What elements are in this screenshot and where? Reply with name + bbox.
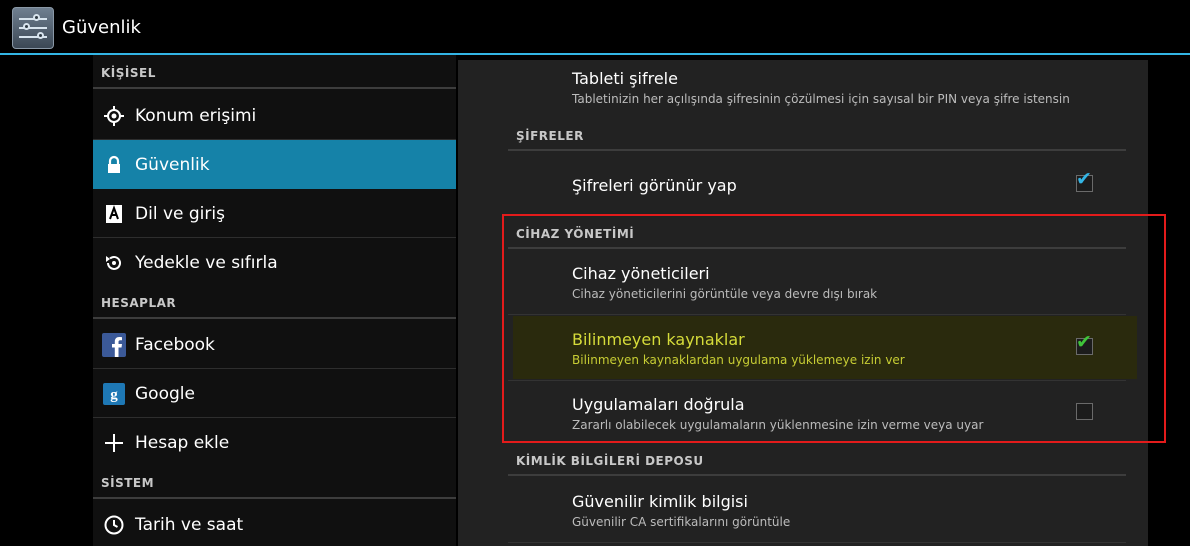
section-header-system: SİSTEM [93, 465, 456, 499]
section-header-personal: KİŞİSEL [93, 55, 456, 89]
encrypt-tablet-subtitle: Tabletinizin her açılışında şifresinin ç… [572, 92, 1070, 106]
sidebar-item-date-time[interactable]: Tarih ve saat [93, 500, 456, 546]
show-passwords-item[interactable]: Şifreleri görünür yap [572, 176, 737, 195]
sidebar-item-label: Hesap ekle [135, 432, 230, 453]
annotation-highlight-frame [502, 214, 1166, 443]
action-bar: Güvenlik [0, 0, 1190, 55]
svg-text:g: g [110, 387, 118, 403]
sidebar-item-backup[interactable]: Yedekle ve sıfırla [93, 238, 456, 287]
section-divider [508, 474, 1126, 476]
facebook-icon [101, 332, 127, 358]
show-passwords-checkbox[interactable]: ✔ [1076, 170, 1093, 192]
sidebar-item-add-account[interactable]: Hesap ekle [93, 418, 456, 467]
settings-sidebar: KİŞİSEL Konum erişimi Güvenlik Dil ve gi… [93, 55, 456, 546]
sidebar-item-facebook[interactable]: Facebook [93, 320, 456, 369]
sidebar-item-google[interactable]: g Google [93, 369, 456, 418]
sidebar-item-label: Yedekle ve sıfırla [135, 252, 278, 273]
encrypt-tablet-item[interactable]: Tableti şifrele Tabletinizin her açılışı… [572, 69, 1070, 106]
sidebar-item-label: Google [135, 383, 195, 404]
sidebar-item-language[interactable]: Dil ve giriş [93, 189, 456, 238]
checkmark-icon: ✔ [1076, 168, 1092, 190]
trusted-credentials-item[interactable]: Güvenilir kimlik bilgisi Güvenilir CA se… [572, 492, 790, 529]
section-header-credential-storage: KİMLİK BİLGİLERİ DEPOSU [516, 454, 704, 468]
sidebar-item-label: Konum erişimi [135, 105, 257, 126]
item-divider [508, 542, 1126, 543]
page-title: Güvenlik [62, 17, 141, 38]
sidebar-item-label: Dil ve giriş [135, 203, 225, 224]
clock-icon [101, 512, 127, 538]
keyboard-a-icon [101, 201, 127, 227]
location-icon [101, 103, 127, 129]
trusted-credentials-subtitle: Güvenilir CA sertifikalarını görüntüle [572, 515, 791, 529]
settings-sliders-icon[interactable] [12, 7, 54, 49]
google-icon: g [101, 381, 127, 407]
sidebar-item-label: Tarih ve saat [135, 514, 244, 535]
backup-restore-icon [101, 250, 127, 276]
section-divider [508, 149, 1126, 151]
show-passwords-title: Şifreleri görünür yap [572, 176, 737, 195]
plus-icon [101, 430, 127, 456]
sidebar-item-label: Facebook [135, 334, 215, 355]
sidebar-item-location[interactable]: Konum erişimi [93, 91, 456, 140]
section-header-passwords: ŞİFRELER [516, 129, 584, 143]
lock-icon [101, 152, 127, 178]
sidebar-item-label: Güvenlik [135, 154, 210, 175]
section-header-accounts: HESAPLAR [93, 285, 456, 319]
trusted-credentials-title: Güvenilir kimlik bilgisi [572, 492, 748, 511]
encrypt-tablet-title: Tableti şifrele [572, 69, 678, 88]
sidebar-item-security[interactable]: Güvenlik [93, 140, 456, 189]
